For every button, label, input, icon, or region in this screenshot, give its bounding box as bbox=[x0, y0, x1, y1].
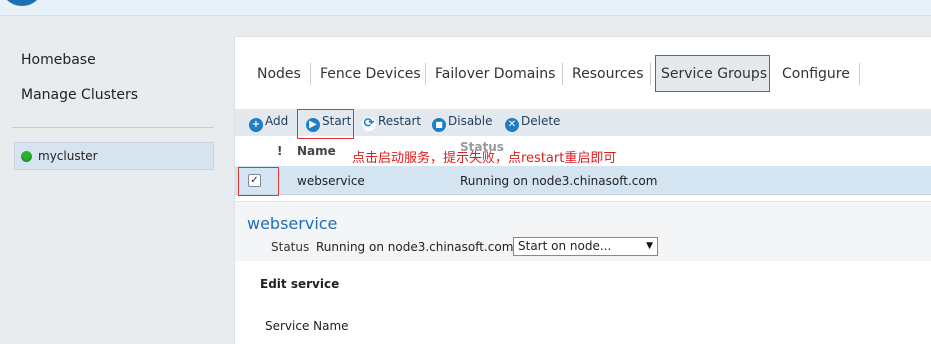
tab-nodes[interactable]: Nodes bbox=[257, 66, 301, 82]
sidebar: Homebase Manage Clusters mycluster bbox=[0, 17, 234, 344]
stop-icon: ■ bbox=[432, 118, 446, 132]
disable-button[interactable]: ■ Disable bbox=[432, 114, 493, 132]
start-on-node-select[interactable]: Start on node... ▼ bbox=[513, 237, 658, 256]
add-button-label: Add bbox=[265, 114, 289, 128]
refresh-icon: ⟳ bbox=[362, 116, 376, 131]
tab-configure[interactable]: Configure bbox=[782, 66, 850, 82]
tab-divider bbox=[562, 63, 563, 85]
column-header-flag: ! bbox=[277, 144, 283, 158]
sidebar-item-manage-clusters[interactable]: Manage Clusters bbox=[21, 87, 138, 103]
tab-divider bbox=[650, 63, 651, 85]
delete-button-label: Delete bbox=[521, 114, 561, 128]
edit-service-heading: Edit service bbox=[260, 277, 340, 291]
row-checkbox[interactable]: ✓ bbox=[248, 174, 261, 187]
restart-button[interactable]: ⟳ Restart bbox=[362, 114, 421, 131]
delete-button[interactable]: ✕ Delete bbox=[505, 114, 560, 132]
sidebar-divider bbox=[12, 127, 214, 128]
status-dot-icon bbox=[21, 151, 32, 162]
plus-icon: + bbox=[249, 118, 263, 132]
dropdown-arrow-icon: ▼ bbox=[646, 241, 653, 251]
tab-service-groups[interactable]: Service Groups bbox=[661, 66, 767, 82]
tab-divider bbox=[310, 63, 311, 85]
main-panel: Nodes Fence Devices Failover Domains Res… bbox=[234, 36, 931, 344]
tab-resources[interactable]: Resources bbox=[572, 66, 644, 82]
close-icon: ✕ bbox=[505, 118, 519, 132]
tab-divider bbox=[859, 63, 860, 85]
disable-button-label: Disable bbox=[448, 114, 493, 128]
tab-divider bbox=[425, 63, 426, 85]
service-name-label: Service Name bbox=[265, 319, 349, 333]
service-title: webservice bbox=[247, 214, 338, 233]
cluster-label: mycluster bbox=[38, 149, 98, 163]
start-on-node-value: Start on node... bbox=[518, 239, 612, 253]
start-button-highlight bbox=[297, 109, 354, 139]
table-row[interactable]: ✓ webservice Running on node3.chinasoft.… bbox=[235, 166, 931, 196]
sidebar-item-homebase[interactable]: Homebase bbox=[21, 52, 96, 68]
app-logo-icon bbox=[0, 0, 44, 6]
top-bar bbox=[0, 0, 931, 16]
row-status: Running on node3.chinasoft.com bbox=[460, 174, 658, 188]
annotation-text: 点击启动服务，提示失败，点restart重启即可 bbox=[352, 151, 617, 166]
tab-fence-devices[interactable]: Fence Devices bbox=[320, 66, 421, 82]
column-header-name[interactable]: Name bbox=[297, 144, 336, 158]
status-label: Status bbox=[271, 240, 310, 254]
row-name: webservice bbox=[297, 174, 365, 188]
tab-failover-domains[interactable]: Failover Domains bbox=[435, 66, 555, 82]
add-button[interactable]: + Add bbox=[249, 114, 288, 132]
status-value: Running on node3.chinasoft.com bbox=[316, 240, 514, 254]
sidebar-item-cluster[interactable]: mycluster bbox=[14, 142, 214, 170]
restart-button-label: Restart bbox=[378, 114, 422, 128]
